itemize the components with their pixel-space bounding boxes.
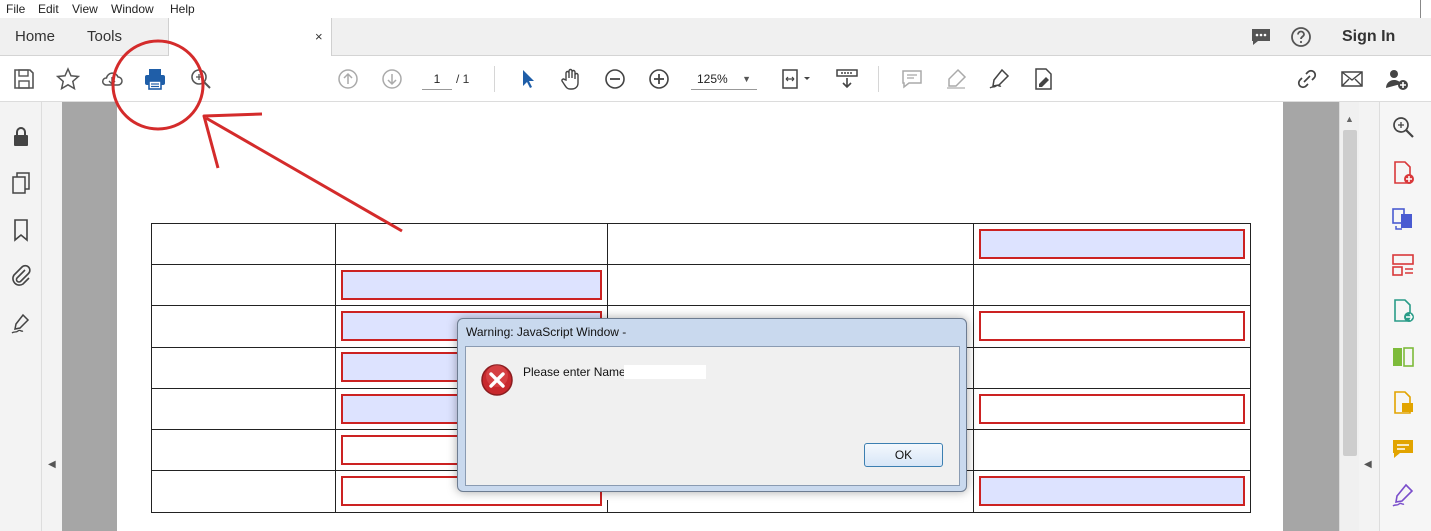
chevron-down-icon: ▼ — [742, 74, 751, 84]
ok-button[interactable]: OK — [864, 443, 943, 467]
zoom-search-icon[interactable] — [189, 67, 213, 91]
scroll-mode-icon[interactable] — [835, 67, 859, 91]
star-icon[interactable] — [56, 67, 80, 91]
toolbar-divider — [494, 66, 495, 92]
left-navigation-panel — [0, 102, 42, 531]
comment-icon[interactable] — [900, 67, 924, 91]
dialog-title: Warning: JavaScript Window - — [466, 325, 627, 339]
page-down-icon[interactable] — [380, 67, 404, 91]
table-border — [973, 223, 974, 513]
highlight-icon[interactable] — [944, 67, 968, 91]
email-icon[interactable] — [1340, 67, 1364, 91]
hand-icon[interactable] — [559, 67, 583, 91]
help-icon[interactable] — [1290, 26, 1312, 48]
menu-window[interactable]: Window — [111, 2, 154, 16]
sign-icon[interactable] — [987, 67, 1011, 91]
share-link-icon[interactable] — [1295, 67, 1319, 91]
add-user-icon[interactable] — [1385, 67, 1409, 91]
form-field[interactable] — [341, 270, 602, 300]
sign-in-button[interactable]: Sign In — [1342, 18, 1395, 56]
organize-pages-icon[interactable] — [1390, 252, 1416, 278]
fill-sign-icon[interactable] — [1390, 482, 1416, 508]
bookmark-icon[interactable] — [9, 218, 33, 242]
dropdown-field[interactable] — [979, 394, 1245, 424]
table-border — [151, 305, 1251, 306]
chat-icon[interactable] — [1250, 26, 1272, 48]
redacted-text — [624, 365, 706, 379]
zoom-search-icon[interactable] — [1390, 114, 1416, 140]
tab-home[interactable]: Home — [15, 18, 55, 56]
collapse-left-icon: ◀ — [48, 459, 56, 470]
right-tools-panel — [1379, 102, 1431, 531]
page-total: / 1 — [456, 72, 470, 86]
scroll-thumb[interactable] — [1343, 130, 1357, 456]
menu-file[interactable]: File — [6, 2, 25, 16]
cloud-icon[interactable] — [100, 67, 124, 91]
collapse-right-panel[interactable]: ◀ — [1359, 102, 1379, 531]
dialog-body: Please enter Name OK — [465, 346, 960, 486]
compare-icon[interactable] — [1390, 344, 1416, 370]
error-icon — [480, 363, 514, 397]
table-border — [335, 223, 336, 513]
javascript-warning-dialog: Warning: JavaScript Window - Please ente… — [457, 318, 967, 492]
attachment-icon[interactable] — [9, 264, 33, 288]
zoom-value: 125% — [697, 72, 728, 86]
export-pdf-icon[interactable] — [1390, 298, 1416, 324]
menu-edit[interactable]: Edit — [38, 2, 59, 16]
table-border — [1250, 223, 1251, 513]
print-icon[interactable] — [143, 67, 167, 91]
table-border — [151, 223, 1251, 224]
menu-help[interactable]: Help — [170, 2, 195, 16]
zoom-in-icon[interactable] — [647, 67, 671, 91]
menu-bar: File Edit View Window Help — [0, 0, 1431, 18]
page-up-icon[interactable] — [336, 67, 360, 91]
close-icon[interactable]: × — [315, 18, 323, 56]
table-border — [151, 512, 1251, 513]
tab-document[interactable]: × — [168, 18, 332, 56]
zoom-out-icon[interactable] — [603, 67, 627, 91]
vertical-scrollbar[interactable]: ▲ — [1339, 102, 1359, 531]
comment-icon[interactable] — [1390, 436, 1416, 462]
collapse-right-icon: ◀ — [1364, 459, 1372, 470]
edit-pdf-icon[interactable] — [1031, 67, 1055, 91]
pages-icon[interactable] — [9, 171, 33, 195]
select-cursor-icon[interactable] — [516, 67, 540, 91]
save-icon[interactable] — [12, 67, 36, 91]
tab-tools[interactable]: Tools — [87, 18, 122, 56]
table-border — [151, 223, 152, 513]
table-border — [151, 264, 1251, 265]
menu-view[interactable]: View — [72, 2, 98, 16]
form-field[interactable] — [979, 311, 1245, 341]
create-pdf-icon[interactable] — [1390, 160, 1416, 186]
page-number-input[interactable]: 1 — [422, 68, 452, 90]
form-field[interactable] — [979, 476, 1245, 506]
tab-bar: Home Tools × Sign In — [0, 18, 1431, 56]
menu-divider — [1420, 0, 1421, 18]
toolbar-divider — [878, 66, 879, 92]
collapse-left-panel[interactable]: ◀ — [42, 102, 62, 531]
toolbar: 1 / 1 125% ▼ — [0, 56, 1431, 102]
form-field[interactable] — [979, 229, 1245, 259]
comment-note-icon[interactable] — [1390, 390, 1416, 416]
combine-files-icon[interactable] — [1390, 206, 1416, 232]
zoom-select[interactable]: 125% ▼ — [691, 68, 757, 90]
scroll-up-icon[interactable]: ▲ — [1345, 114, 1354, 124]
signature-icon[interactable] — [9, 311, 33, 335]
lock-icon[interactable] — [9, 124, 33, 148]
fit-page-icon[interactable] — [780, 67, 812, 91]
dialog-message: Please enter Name — [523, 365, 626, 379]
